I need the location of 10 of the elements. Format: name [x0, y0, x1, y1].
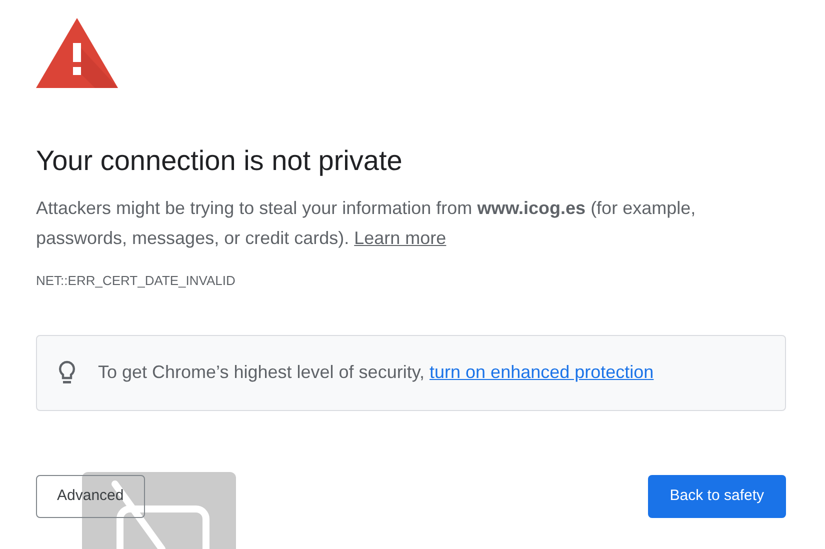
tip-text: To get Chrome’s highest level of security, turn on enhanced protection: [98, 361, 654, 384]
page-title: Your connection is not private: [36, 144, 404, 178]
learn-more-link[interactable]: Learn more: [354, 228, 446, 248]
back-to-safety-button[interactable]: Back to safety: [648, 474, 786, 518]
warning-message: Attackers might be trying to steal your information from www.icog.es (for example, passwords, messages, or credit cards). Learn more: [36, 197, 697, 250]
enhanced-protection-link[interactable]: turn on enhanced protection: [430, 362, 654, 382]
error-code: NET::ERR_CERT_DATE_INVALID: [36, 272, 236, 290]
lightbulb-icon: [57, 360, 77, 386]
advanced-button[interactable]: Advanced: [36, 474, 145, 518]
warning-icon: [35, 16, 119, 90]
